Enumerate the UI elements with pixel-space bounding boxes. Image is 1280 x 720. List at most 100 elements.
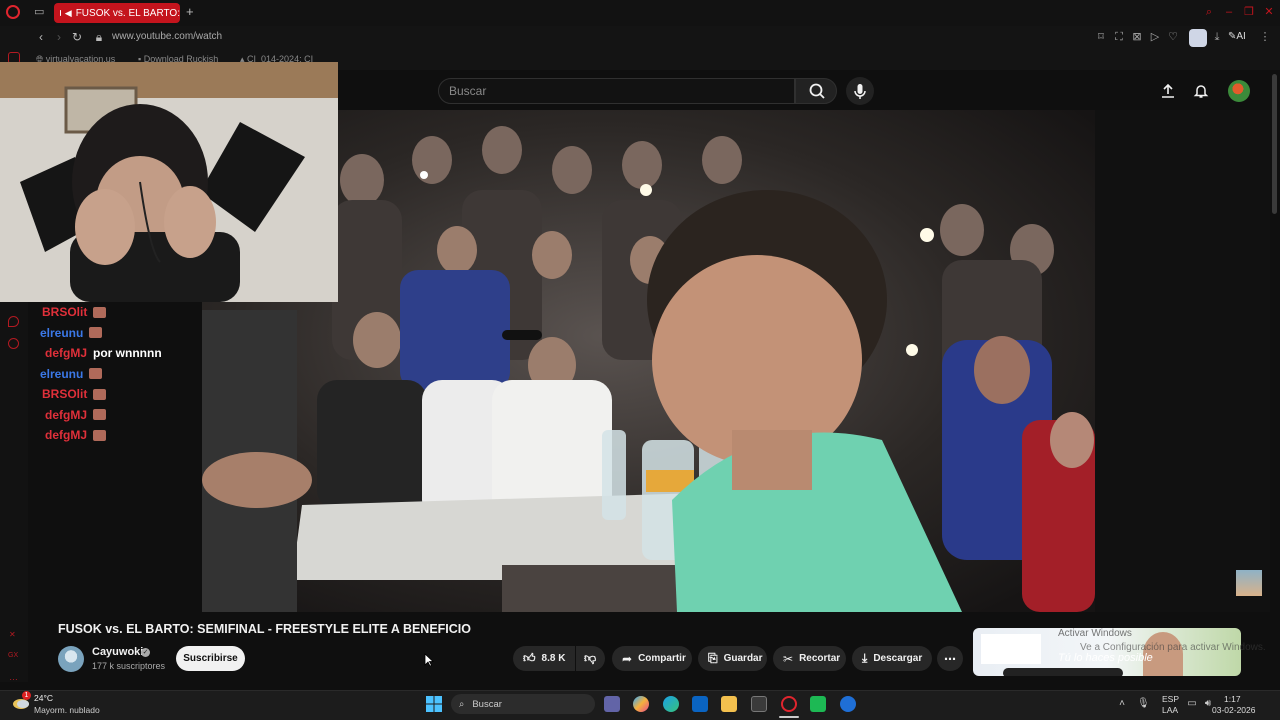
chat-message: BRSOlit [42,384,107,404]
speaker-icon[interactable]: ◀ [65,8,72,19]
share-label: Compartir [638,653,686,664]
more-actions-button[interactable]: ⋯ [937,646,963,671]
chat-emote-icon [93,409,106,420]
chat-overlay: BRSOlit elreunu defgMJ por wnnnnn elreunu BRS… [28,302,202,442]
reload-icon[interactable]: ↻ [70,30,84,44]
weather-alert-badge: 1 [22,691,31,700]
microphone-tray-icon[interactable]: 🎙︎ [1137,699,1150,709]
chat-username: elreunu [40,366,84,381]
clock-date[interactable]: 03-02-2026 [1212,705,1255,715]
heart-icon[interactable]: ♡ [1166,30,1180,44]
tray-overflow-icon[interactable]: ˄ [1116,699,1128,709]
opera-taskbar-icon[interactable] [781,696,797,712]
extension-icon[interactable] [1189,29,1207,47]
tracker-icon[interactable]: ⊠ [1130,30,1144,44]
sidebar-location-icon[interactable] [8,316,19,327]
minimize-button[interactable]: – [1222,5,1236,19]
search-icon [809,83,825,99]
channel-name[interactable]: Cayuwoki [92,646,143,658]
more-icon: ⋯ [944,651,956,666]
search-input[interactable]: Buscar [438,78,795,104]
like-button[interactable]: 👍︎ 8.8 K [513,646,575,671]
back-icon[interactable]: ‹ [34,30,48,44]
download-icon[interactable]: ⤓ [1210,30,1224,44]
clip-label: Recortar [799,653,841,664]
ad-cta[interactable] [1003,668,1123,676]
video-title: FUSOK vs. EL BARTO: SEMIFINAL - FREESTYL… [58,622,472,636]
teams-icon[interactable] [604,696,620,712]
download-button[interactable]: ⤓ Descargar [852,646,932,671]
file-explorer-icon[interactable] [721,696,737,712]
taskbar-search-label: Buscar [472,698,502,710]
chat-message: elreunu [40,364,103,384]
ad-logo [981,634,1041,664]
search-button[interactable] [795,78,837,104]
chat-username: defgMJ [45,407,87,422]
voice-search-button[interactable] [846,77,874,105]
url-field[interactable]: www.youtube.com/watch [112,31,222,42]
chat-message: elreunu [40,323,103,343]
ai-button[interactable]: ✎AI [1228,31,1246,42]
tab-active[interactable]: ◀ FUSOK vs. EL BARTO: [54,3,180,23]
subscribe-button[interactable]: Suscribirse [176,646,245,671]
active-app-indicator [779,716,799,718]
sidebar-close-icon[interactable]: ✕ [9,630,16,639]
mini-thumbnail[interactable] [1236,570,1262,596]
new-tab-button[interactable]: + [186,4,198,20]
share-button[interactable]: ➦ Compartir [612,646,692,671]
maximize-button[interactable]: ❐ [1242,5,1256,19]
forward-icon[interactable]: › [52,30,66,44]
clip-button[interactable]: ✂ Recortar [773,646,846,671]
save-icon: ⎘ [708,651,718,665]
app-icon[interactable] [840,696,856,712]
ad-tagline: Tú lo haces posible [1058,652,1153,664]
copilot-icon[interactable] [633,696,649,712]
taskbar-search[interactable]: ⌕ Buscar [451,694,595,714]
chat-username: elreunu [40,325,84,340]
snapshot-icon[interactable]: ⛶ [1112,30,1126,44]
chat-message-text: por wnnnnn [93,346,162,360]
edge-icon[interactable] [663,696,679,712]
save-button[interactable]: ⎘ Guardar [698,646,767,671]
chat-username: BRSOlit [42,387,88,401]
scissors-icon: ✂ [783,651,794,666]
search-tabs-icon[interactable]: ⌕ [1202,5,1216,19]
opera-logo-icon[interactable] [6,5,20,19]
bookmark-page-icon[interactable]: ⌑ [1094,30,1108,44]
sidebar-settings-icon[interactable] [8,338,19,349]
upload-icon[interactable] [1160,83,1176,99]
thumbs-up-icon: 👍︎ [523,651,536,665]
windows-start-icon[interactable] [426,696,442,712]
outlook-icon[interactable] [692,696,708,712]
webcam-overlay [0,62,338,302]
play-icon[interactable]: ▷ [1148,30,1162,44]
chat-username: defgMJ [45,346,87,360]
like-count: 8.8 K [541,653,566,664]
verified-check-icon: ✓ [141,648,150,657]
sidebar-more-icon[interactable]: … [9,672,18,682]
network-icon[interactable]: ▭ [1186,699,1198,709]
weather-temperature[interactable]: 24°C [34,693,53,703]
channel-avatar[interactable] [58,646,84,672]
user-avatar[interactable] [1228,80,1250,102]
clock-time[interactable]: 1:17 [1224,694,1241,704]
store-icon[interactable] [751,696,767,712]
chat-message: defgMJ por wnnnnn [45,343,162,363]
thumbs-down-icon: 👎︎ [584,651,597,665]
subscriber-count: 177 k suscriptores [92,661,166,671]
ai-label: AI [1236,31,1246,42]
tab-overview-icon[interactable]: ▭ [34,6,48,18]
menu-icon[interactable]: ⋮ [1258,30,1272,44]
chat-username: defgMJ [45,428,87,442]
whatsapp-icon[interactable] [810,696,826,712]
sidebar-gx-icon[interactable]: GX [8,652,18,659]
weather-description[interactable]: Mayorm. nublado [34,705,100,715]
keyboard-layout[interactable]: LAA [1162,705,1178,715]
mouse-cursor-icon [424,653,434,667]
search-icon: ⌕ [459,698,465,710]
close-button[interactable]: ✕ [1262,5,1276,19]
language-indicator[interactable]: ESP [1162,694,1179,704]
dislike-button[interactable]: 👎︎ [576,646,605,671]
page-scrollbar[interactable] [1272,74,1277,214]
notifications-bell-icon[interactable] [1193,83,1209,99]
